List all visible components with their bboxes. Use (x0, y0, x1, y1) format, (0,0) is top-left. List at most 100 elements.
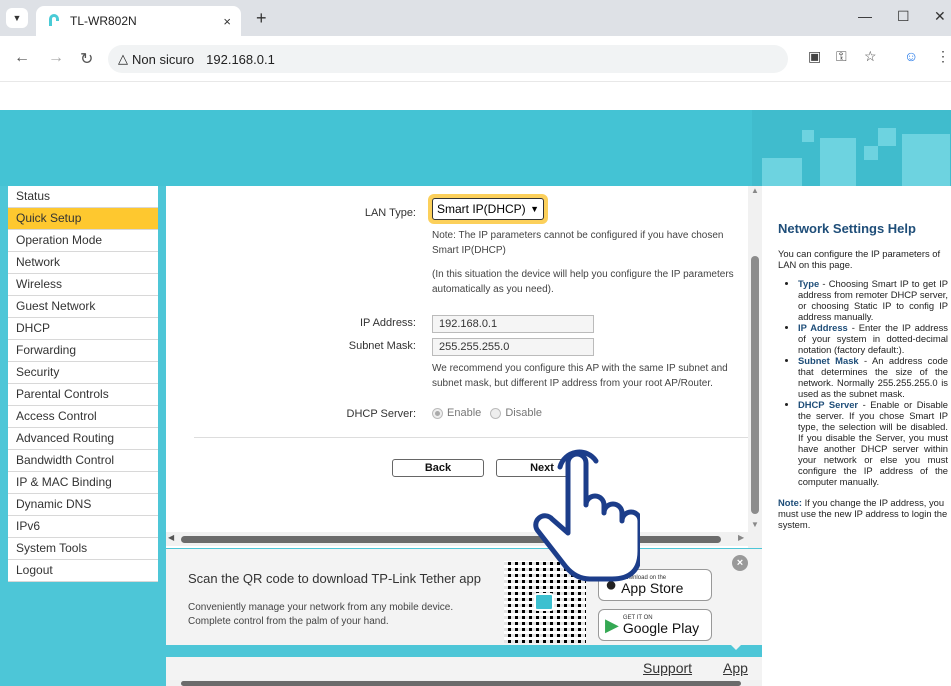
help-item-text: - Choosing Smart IP to get IP address fr… (798, 278, 948, 322)
help-item-term: Subnet Mask (798, 355, 859, 366)
lan-type-select[interactable]: Smart IP(DHCP) ▼ (432, 198, 544, 220)
dhcp-enable-label: Enable (447, 407, 482, 419)
close-icon[interactable]: × (223, 14, 231, 29)
sidebar-item-access-control[interactable]: Access Control (8, 406, 158, 428)
help-item: DHCP Server - Enable or Disable the serv… (798, 399, 948, 487)
sidebar-item-ipv6[interactable]: IPv6 (8, 516, 158, 538)
sidebar-item-status[interactable]: Status (8, 186, 158, 208)
dhcp-disable-label: Disable (505, 407, 543, 419)
tab-search-button[interactable]: ▼ (6, 8, 28, 28)
sidebar-item-logout[interactable]: Logout (8, 560, 158, 582)
help-panel: Network Settings Help You can configure … (762, 186, 951, 686)
scroll-thumb[interactable] (181, 681, 741, 686)
help-intro: You can configure the IP parameters of L… (778, 248, 941, 270)
sidebar-item-guest-network[interactable]: Guest Network (8, 296, 158, 318)
app-link[interactable]: App (723, 660, 748, 676)
help-body: You can configure the IP parameters of L… (778, 248, 948, 530)
sidebar-item-dynamic-dns[interactable]: Dynamic DNS (8, 494, 158, 516)
profile-icon[interactable]: ☺ (904, 48, 918, 64)
help-item-term: DHCP Server (798, 399, 859, 410)
subnet-mask-field[interactable]: 255.255.255.0 (432, 338, 594, 356)
sidebar-item-ip-mac-binding[interactable]: IP & MAC Binding (8, 472, 158, 494)
sidebar-item-security[interactable]: Security (8, 362, 158, 384)
google-play-icon: ▶ (605, 614, 619, 635)
sidebar-item-dhcp[interactable]: DHCP (8, 318, 158, 340)
smart-ip-note: Note: The IP parameters cannot be config… (432, 230, 724, 256)
dhcp-server-options: Enable Disable (432, 406, 542, 421)
google-play-button[interactable]: ▶ GET IT ON Google Play (598, 609, 712, 641)
scroll-up-icon[interactable]: ▲ (751, 186, 759, 195)
reload-icon[interactable]: ↻ (80, 49, 93, 69)
scroll-down-icon[interactable]: ▼ (751, 520, 759, 529)
dhcp-enable-radio[interactable] (432, 407, 443, 419)
omnibox[interactable]: △ Non sicuro 192.168.0.1 (108, 45, 788, 73)
help-title: Network Settings Help (778, 221, 916, 236)
google-play-label: Google Play (622, 619, 700, 636)
help-note-text: If you change the IP address, you must u… (778, 497, 948, 530)
lan-type-highlight: Smart IP(DHCP) ▼ (428, 194, 548, 224)
maximize-icon[interactable]: ☐ (897, 8, 910, 25)
warning-icon: △ (118, 51, 128, 66)
new-tab-button[interactable]: + (256, 8, 267, 29)
page-top-blank (0, 82, 951, 110)
sidebar-item-parental-controls[interactable]: Parental Controls (8, 384, 158, 406)
help-item: Type - Choosing Smart IP to get IP addre… (798, 278, 948, 322)
back-button[interactable]: Back (392, 459, 484, 477)
sidebar-item-operation-mode[interactable]: Operation Mode (8, 230, 158, 252)
lan-type-value: Smart IP(DHCP) (437, 202, 526, 216)
close-icon[interactable]: × (732, 555, 748, 571)
help-list: Type - Choosing Smart IP to get IP addre… (778, 278, 948, 487)
sidebar-item-quick-setup[interactable]: Quick Setup (8, 208, 158, 230)
forward-arrow-icon[interactable]: → (48, 49, 64, 67)
auto-config-note: (In this situation the device will help … (432, 269, 734, 295)
scroll-right-icon[interactable]: ▶ (738, 533, 744, 542)
app-promo-panel: Scan the QR code to download TP-Link Tet… (166, 549, 762, 645)
tether-logo-icon (534, 593, 554, 611)
promo-subtitle: Conveniently manage your network from an… (188, 602, 454, 627)
minimize-icon[interactable]: — (858, 8, 872, 24)
hand-pointer-icon (533, 449, 640, 582)
browser-tab[interactable]: TL-WR802N × (36, 6, 241, 36)
star-icon[interactable]: ☆ (864, 48, 877, 65)
scroll-thumb[interactable] (181, 536, 721, 543)
help-note-term: Note: (778, 497, 802, 508)
ip-address-label: IP Address: (359, 317, 416, 329)
support-link[interactable]: Support (643, 660, 692, 676)
scroll-thumb[interactable] (751, 256, 759, 514)
translate-icon[interactable]: ▣ (808, 48, 821, 65)
footer-scrollbar[interactable] (166, 680, 762, 686)
help-item-text: - Enable or Disable the server. If you c… (798, 399, 948, 487)
help-item-term: IP Address (798, 322, 848, 333)
url-text: 192.168.0.1 (206, 51, 275, 67)
help-item: IP Address - Enter the IP address of you… (798, 322, 948, 355)
main-content: LAN Type: Smart IP(DHCP) ▼ Note: The IP … (166, 186, 750, 548)
close-window-icon[interactable]: ✕ (934, 8, 946, 25)
help-item-term: Type (798, 278, 820, 289)
dhcp-disable-radio[interactable] (490, 407, 502, 419)
tab-title: TL-WR802N (70, 14, 137, 28)
scroll-left-icon[interactable]: ◀ (168, 533, 174, 542)
content-horizontal-scrollbar[interactable]: ◀ ▶ (166, 532, 750, 546)
back-arrow-icon[interactable]: ← (14, 49, 30, 67)
subnet-mask-label: Subnet Mask: (348, 340, 416, 352)
content-vertical-scrollbar[interactable]: ▲ ▼ (748, 186, 762, 548)
sidebar-item-system-tools[interactable]: System Tools (8, 538, 158, 560)
sidebar-item-advanced-routing[interactable]: Advanced Routing (8, 428, 158, 450)
recommend-note: We recommend you configure this AP with … (432, 363, 728, 389)
chevron-down-icon: ▼ (530, 204, 539, 214)
promo-pointer (728, 642, 744, 650)
sidebar-item-network[interactable]: Network (8, 252, 158, 274)
security-label: Non sicuro (132, 51, 195, 67)
divider (194, 437, 748, 438)
sidebar-item-wireless[interactable]: Wireless (8, 274, 158, 296)
help-note: Note: If you change the IP address, you … (778, 497, 948, 530)
more-icon[interactable]: ⋮ (936, 48, 950, 65)
sidebar-item-bandwidth-control[interactable]: Bandwidth Control (8, 450, 158, 472)
footer: Support App (166, 657, 762, 681)
ip-address-field[interactable]: 192.168.0.1 (432, 315, 594, 333)
key-icon[interactable]: ⚿ (836, 48, 847, 65)
sidebar-item-forwarding[interactable]: Forwarding (8, 340, 158, 362)
address-bar-area: ← → ↻ △ Non sicuro 192.168.0.1 ▣ ⚿ ☆ ☺ ⋮ (0, 36, 951, 82)
security-chip[interactable]: △ Non sicuro (118, 51, 194, 67)
tab-bar: ▼ TL-WR802N × + — ☐ ✕ (0, 0, 951, 36)
